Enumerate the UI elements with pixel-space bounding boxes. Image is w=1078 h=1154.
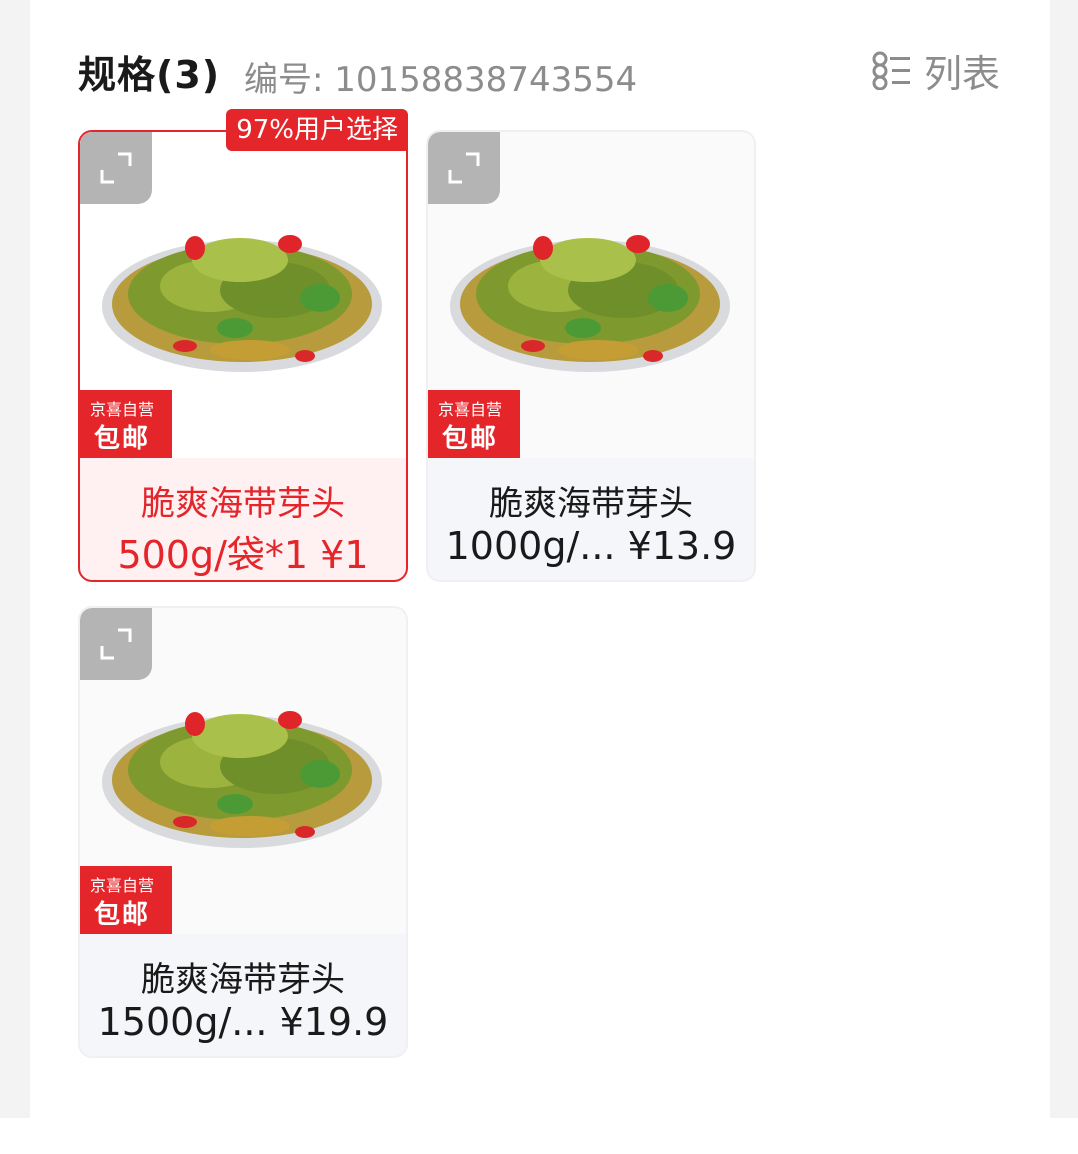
expand-icon	[100, 152, 132, 184]
spec-title: 规格(3)	[78, 53, 221, 97]
popularity-tag: 97%用户选择	[226, 109, 408, 151]
spec-card-1[interactable]: 京喜自营 包邮 97%用户选择 脆爽海带芽头 500g/袋*1 ¥1	[78, 109, 408, 582]
bottom-strip	[0, 1118, 1078, 1154]
spec-price: 500g/袋*1 ¥1	[117, 533, 369, 577]
badge-shipping: 包邮	[442, 424, 499, 454]
badge-brand: 京喜自营	[438, 400, 503, 419]
list-view-label: 列表	[923, 51, 1000, 96]
list-view-button[interactable]: 列表	[872, 46, 1000, 96]
spec-card-3[interactable]: 京喜自营 包邮 脆爽海带芽头 1500g/... ¥19.9	[78, 606, 408, 1058]
badge-brand: 京喜自营	[90, 876, 155, 895]
spec-image: 京喜自营 包邮	[428, 132, 754, 458]
jx-free-shipping-badge: 京喜自营 包邮	[80, 866, 172, 934]
product-code: 编号: 10158838743554	[244, 60, 638, 100]
badge-brand: 京喜自营	[90, 400, 155, 419]
spec-price: 1500g/... ¥19.9	[97, 1000, 389, 1044]
expand-button[interactable]	[428, 132, 500, 204]
spec-image: 京喜自营 包邮	[80, 608, 406, 934]
spec-name: 脆爽海带芽头	[141, 484, 345, 524]
dish-image	[102, 711, 382, 848]
jx-free-shipping-badge: 京喜自营 包邮	[428, 390, 520, 458]
badge-shipping: 包邮	[94, 900, 151, 930]
expand-icon	[448, 152, 480, 184]
spec-name: 脆爽海带芽头	[489, 484, 693, 524]
list-view-icon	[872, 51, 910, 90]
spec-header: 规格(3) 编号: 10158838743554 列表	[78, 38, 1000, 102]
spec-card-2[interactable]: 京喜自营 包邮 脆爽海带芽头 1000g/... ¥13.9	[426, 130, 756, 582]
dish-image	[450, 235, 730, 372]
spec-price: 1000g/... ¥13.9	[445, 524, 737, 568]
expand-button[interactable]	[80, 132, 152, 204]
badge-shipping: 包邮	[94, 424, 151, 454]
spec-name: 脆爽海带芽头	[141, 960, 345, 1000]
dish-image	[102, 235, 382, 372]
expand-icon	[100, 628, 132, 660]
expand-button[interactable]	[80, 608, 152, 680]
spec-image: 京喜自营 包邮	[80, 132, 406, 458]
jx-free-shipping-badge: 京喜自营 包邮	[80, 390, 172, 458]
